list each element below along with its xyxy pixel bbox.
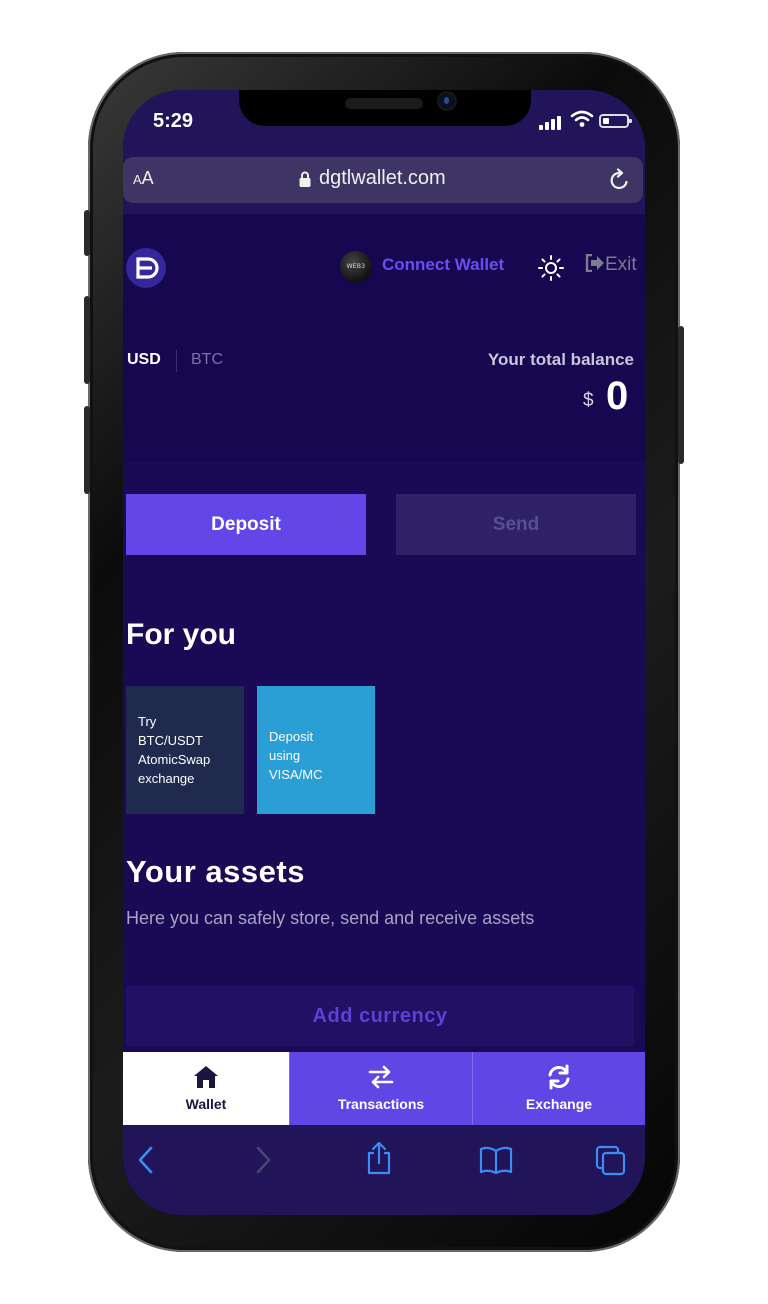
assets-heading: Your assets (126, 854, 305, 889)
swap-arrows-icon (368, 1065, 394, 1089)
theme-sun-icon[interactable] (537, 254, 565, 282)
main-content: Deposit Send For you Try BTC/USDT Atomic… (123, 462, 645, 1052)
volume-up-button (84, 296, 90, 384)
home-icon (194, 1066, 218, 1088)
tab-wallet[interactable]: Wallet (123, 1052, 289, 1125)
app-tab-bar: Wallet Transactions Exchange (123, 1052, 645, 1125)
deposit-button[interactable]: Deposit (126, 494, 366, 555)
balance-currency-symbol: $ (583, 390, 594, 411)
status-time: 5:29 (153, 110, 194, 132)
speaker (345, 98, 423, 109)
exit-button[interactable]: Exit (585, 253, 637, 276)
total-balance-label: Your total balance (487, 350, 634, 369)
web3-badge-icon[interactable]: WEB3 (340, 251, 372, 283)
promo-card-atomicswap[interactable]: Try BTC/USDT AtomicSwap exchange (126, 686, 244, 814)
address-bar[interactable]: AA dgtlwallet.com (123, 157, 643, 203)
card-line: using (269, 747, 301, 763)
screen: 5:29 AA dgtlwallet.com WEB3 Connect Wall… (123, 90, 645, 1215)
tab-transactions-label: Transactions (337, 1096, 425, 1112)
card-line: Try (138, 714, 157, 729)
share-icon[interactable] (365, 1141, 393, 1175)
for-you-heading: For you (126, 618, 236, 651)
tab-exchange-label: Exchange (525, 1096, 593, 1112)
front-camera (439, 93, 455, 109)
exit-label: Exit (605, 254, 637, 275)
card-line: AtomicSwap (138, 752, 211, 767)
promo-card-deposit-visa[interactable]: Deposit using VISA/MC (257, 686, 375, 814)
currency-tab-usd[interactable]: USD (127, 351, 161, 369)
refresh-icon (548, 1064, 570, 1090)
currency-tab-divider (176, 350, 177, 372)
logo-mark-icon (136, 257, 159, 279)
bookmarks-icon[interactable] (479, 1145, 513, 1175)
tabs-icon[interactable] (595, 1145, 627, 1177)
total-balance-value: 0 (606, 374, 629, 418)
tab-transactions[interactable]: Transactions (290, 1052, 472, 1125)
browser-toolbar (123, 1125, 645, 1215)
send-button[interactable]: Send (396, 494, 636, 555)
currency-tab-btc[interactable]: BTC (191, 351, 223, 369)
connect-wallet-button[interactable]: Connect Wallet (382, 255, 504, 275)
assets-subtitle: Here you can safely store, send and rece… (126, 908, 535, 928)
forward-icon[interactable] (254, 1145, 272, 1175)
tab-exchange[interactable]: Exchange (473, 1052, 645, 1125)
add-currency-button[interactable]: Add currency (126, 986, 634, 1046)
dgtl-logo[interactable] (126, 248, 166, 288)
balance-section: USD BTC Your total balance $ 0 (123, 334, 645, 462)
exit-icon (585, 253, 604, 273)
mute-switch (84, 210, 90, 256)
browser-address-area: AA dgtlwallet.com (123, 154, 645, 214)
power-button (678, 326, 684, 464)
card-line: BTC/USDT (138, 733, 203, 748)
reload-icon[interactable] (609, 168, 631, 192)
back-icon[interactable] (137, 1145, 155, 1175)
notch (239, 90, 531, 126)
battery-icon (599, 114, 632, 128)
card-line: exchange (138, 771, 195, 786)
wifi-icon (570, 110, 594, 127)
lock-icon (299, 171, 311, 187)
app-header: WEB3 Connect Wallet Exit (123, 214, 645, 334)
volume-down-button (84, 406, 90, 494)
tab-wallet-label: Wallet (185, 1096, 227, 1112)
text-size-button[interactable]: AA (133, 168, 154, 189)
url-text[interactable]: dgtlwallet.com (319, 167, 446, 190)
card-line: VISA/MC (269, 766, 323, 782)
card-line: Deposit (269, 728, 314, 744)
